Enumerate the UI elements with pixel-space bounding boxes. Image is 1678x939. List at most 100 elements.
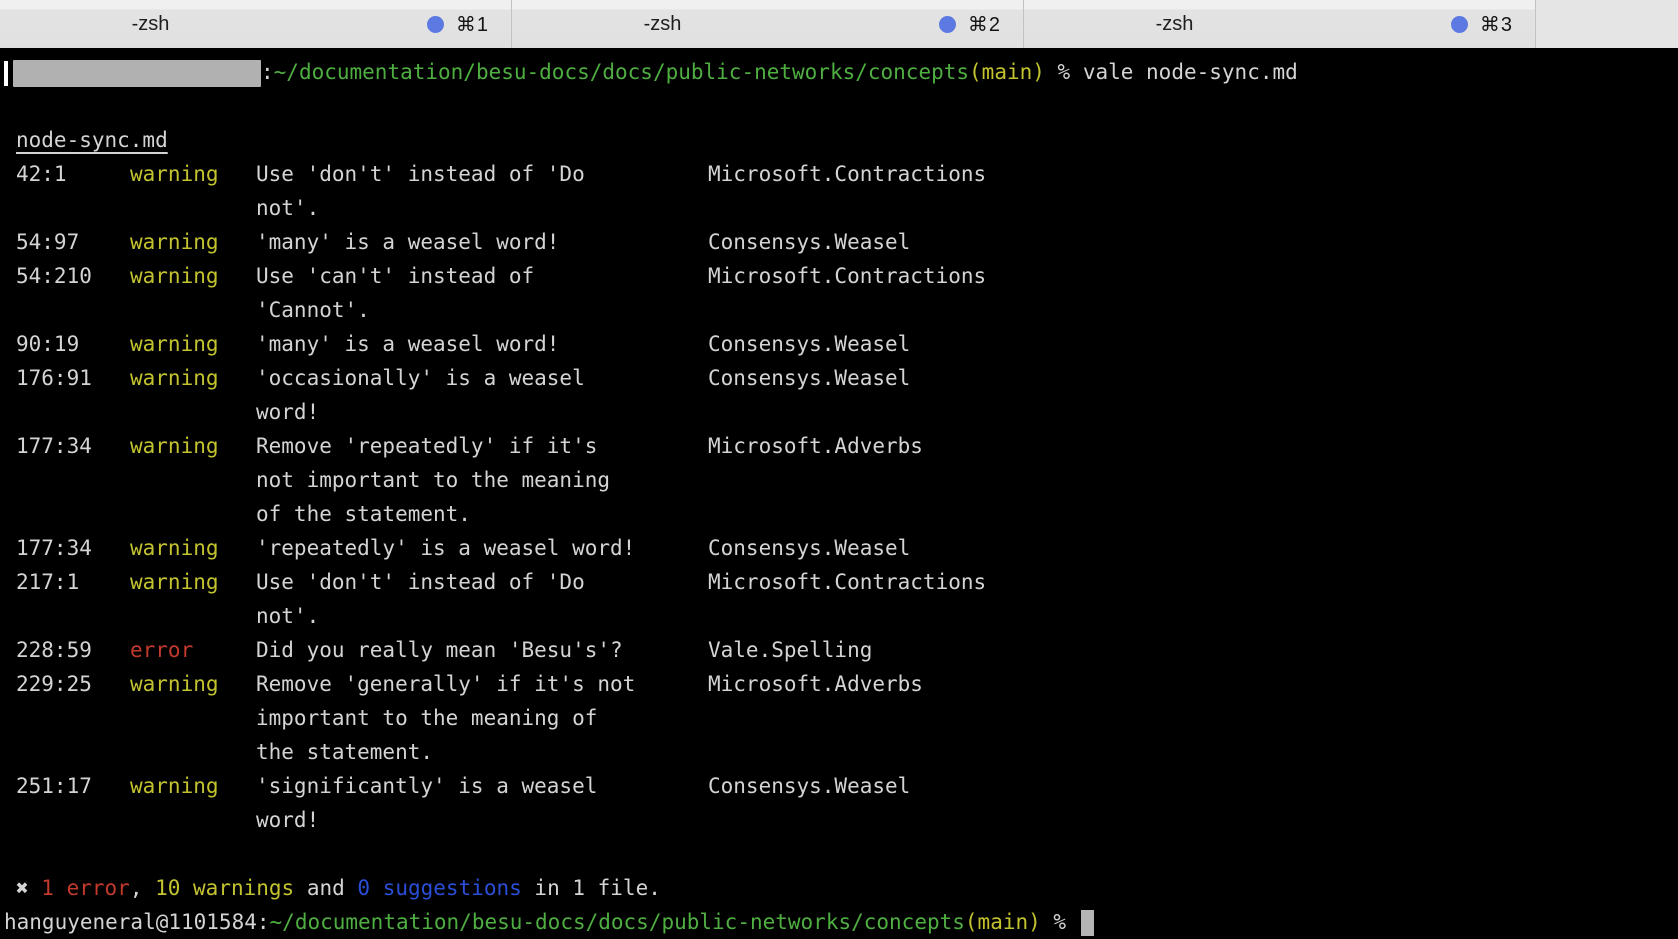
- next-path: ~/documentation/besu-docs/docs/public-ne…: [270, 910, 965, 934]
- terminal-cursor: [1081, 910, 1094, 936]
- issue-rule: Consensys.Weasel: [708, 225, 1678, 259]
- issue-rule: Consensys.Weasel: [708, 327, 1678, 361]
- tab-right-group: ⌘1: [427, 0, 489, 48]
- next-separator: :: [257, 910, 270, 934]
- vale-issue-row: 54:210 warning Use 'can't' instead of'Ca…: [16, 259, 1678, 327]
- issue-message-line: of the statement.: [256, 497, 708, 531]
- terminal-tab[interactable]: -zsh ⌘1: [0, 0, 512, 48]
- tab-title: -zsh: [1156, 13, 1194, 36]
- tab-strip: -zsh ⌘1 -zsh ⌘2 -zsh ⌘3: [0, 0, 1536, 48]
- tab-shortcut-label: ⌘3: [1480, 12, 1513, 37]
- activity-dot-icon: [1451, 16, 1468, 33]
- issue-message-line: 'occasionally' is a weasel: [256, 361, 708, 395]
- tab-right-group: ⌘3: [1451, 0, 1513, 48]
- terminal-tab[interactable]: -zsh ⌘2: [512, 0, 1024, 48]
- summary-suggestions: 0 suggestions: [357, 876, 521, 900]
- issue-position: 229:25: [16, 667, 130, 701]
- vale-issues-table: 42:1 warning Use 'don't' instead of 'Don…: [16, 157, 1678, 837]
- summary-tail: in 1 file.: [522, 876, 661, 900]
- next-prompt-symbol: %: [1041, 910, 1079, 934]
- issue-severity: warning: [130, 667, 256, 701]
- file-header: node-sync.md: [16, 123, 1678, 157]
- issue-rule: Microsoft.Adverbs: [708, 429, 1678, 463]
- issue-position: 54:210: [16, 259, 130, 293]
- issue-message: Remove 'generally' if it's notimportant …: [256, 667, 708, 769]
- issue-severity: warning: [130, 361, 256, 395]
- next-prompt-line: hanguyeneral@1101584:~/documentation/bes…: [4, 905, 1678, 939]
- issue-message-line: Remove 'generally' if it's not: [256, 667, 708, 701]
- blank-line: [16, 837, 1678, 871]
- issue-severity: warning: [130, 225, 256, 259]
- issue-position: 228:59: [16, 633, 130, 667]
- summary-warnings: 10 warnings: [155, 876, 294, 900]
- tab-shortcut-label: ⌘2: [968, 12, 1001, 37]
- prompt-line: :~/documentation/besu-docs/docs/public-n…: [4, 55, 1678, 89]
- vale-issue-row: 177:34 warning Remove 'repeatedly' if it…: [16, 429, 1678, 531]
- redacted-user-host: [13, 60, 261, 87]
- issue-message: 'repeatedly' is a weasel word!: [256, 531, 708, 565]
- issue-message-line: Use 'don't' instead of 'Do: [256, 565, 708, 599]
- summary-mark-icon: ✖: [16, 876, 41, 900]
- vale-issue-row: 177:34 warning 'repeatedly' is a weasel …: [16, 531, 1678, 565]
- issue-severity: warning: [130, 157, 256, 191]
- tab-title: -zsh: [644, 13, 682, 36]
- issue-message: Use 'can't' instead of'Cannot'.: [256, 259, 708, 327]
- issue-message-line: word!: [256, 803, 708, 837]
- issue-message-line: not'.: [256, 599, 708, 633]
- vale-issue-row: 90:19 warning 'many' is a weasel word! C…: [16, 327, 1678, 361]
- issue-message-line: important to the meaning of: [256, 701, 708, 735]
- issue-message-line: not important to the meaning: [256, 463, 708, 497]
- issue-rule: Consensys.Weasel: [708, 769, 1678, 803]
- issue-rule: Microsoft.Adverbs: [708, 667, 1678, 701]
- tab-shortcut-label: ⌘1: [456, 12, 489, 37]
- summary-and: and: [294, 876, 357, 900]
- issue-severity: warning: [130, 565, 256, 599]
- prompt-separator: :: [261, 60, 274, 84]
- issue-severity: warning: [130, 429, 256, 463]
- issue-message-line: Use 'can't' instead of: [256, 259, 708, 293]
- terminal-tab[interactable]: -zsh ⌘3: [1024, 0, 1536, 48]
- next-user-host: hanguyeneral@1101584: [4, 910, 257, 934]
- issue-rule: Consensys.Weasel: [708, 361, 1678, 395]
- issue-rule: Microsoft.Contractions: [708, 565, 1678, 599]
- issue-severity: warning: [130, 531, 256, 565]
- issue-rule: Consensys.Weasel: [708, 531, 1678, 565]
- issue-message-line: 'repeatedly' is a weasel word!: [256, 531, 708, 565]
- issue-message-line: 'significantly' is a weasel: [256, 769, 708, 803]
- activity-dot-icon: [939, 16, 956, 33]
- issue-position: 251:17: [16, 769, 130, 803]
- issue-rule: Vale.Spelling: [708, 633, 1678, 667]
- issue-position: 90:19: [16, 327, 130, 361]
- issue-rule: Microsoft.Contractions: [708, 259, 1678, 293]
- summary-errors: 1 error: [41, 876, 130, 900]
- issue-severity: warning: [130, 259, 256, 293]
- issue-message: 'many' is a weasel word!: [256, 327, 708, 361]
- issue-message: Remove 'repeatedly' if it'snot important…: [256, 429, 708, 531]
- issue-message-line: 'many' is a weasel word!: [256, 225, 708, 259]
- issue-message: Use 'don't' instead of 'Donot'.: [256, 565, 708, 633]
- tab-title: -zsh: [132, 13, 170, 36]
- issue-message-line: 'Cannot'.: [256, 293, 708, 327]
- vale-issue-row: 251:17 warning 'significantly' is a weas…: [16, 769, 1678, 837]
- issue-message-line: Remove 'repeatedly' if it's: [256, 429, 708, 463]
- summary-comma: ,: [130, 876, 155, 900]
- issue-severity: warning: [130, 769, 256, 803]
- typed-command: vale node-sync.md: [1083, 60, 1298, 84]
- activity-dot-icon: [427, 16, 444, 33]
- issue-position: 177:34: [16, 531, 130, 565]
- terminal-window[interactable]: :~/documentation/besu-docs/docs/public-n…: [0, 48, 1678, 918]
- issue-message: Use 'don't' instead of 'Donot'.: [256, 157, 708, 225]
- issue-severity: error: [130, 633, 256, 667]
- issue-severity: warning: [130, 327, 256, 361]
- issue-rule: Microsoft.Contractions: [708, 157, 1678, 191]
- next-git-branch: (main): [965, 910, 1041, 934]
- summary-line: ✖ 1 error, 10 warnings and 0 suggestions…: [16, 871, 1678, 905]
- tab-bar: -zsh ⌘1 -zsh ⌘2 -zsh ⌘3: [0, 0, 1678, 48]
- issue-message: Did you really mean 'Besu's'?: [256, 633, 708, 667]
- issue-position: 176:91: [16, 361, 130, 395]
- prompt-path: ~/documentation/besu-docs/docs/public-ne…: [274, 60, 969, 84]
- issue-position: 54:97: [16, 225, 130, 259]
- vale-issue-row: 229:25 warning Remove 'generally' if it'…: [16, 667, 1678, 769]
- vale-issue-row: 176:91 warning 'occasionally' is a wease…: [16, 361, 1678, 429]
- issue-message-line: word!: [256, 395, 708, 429]
